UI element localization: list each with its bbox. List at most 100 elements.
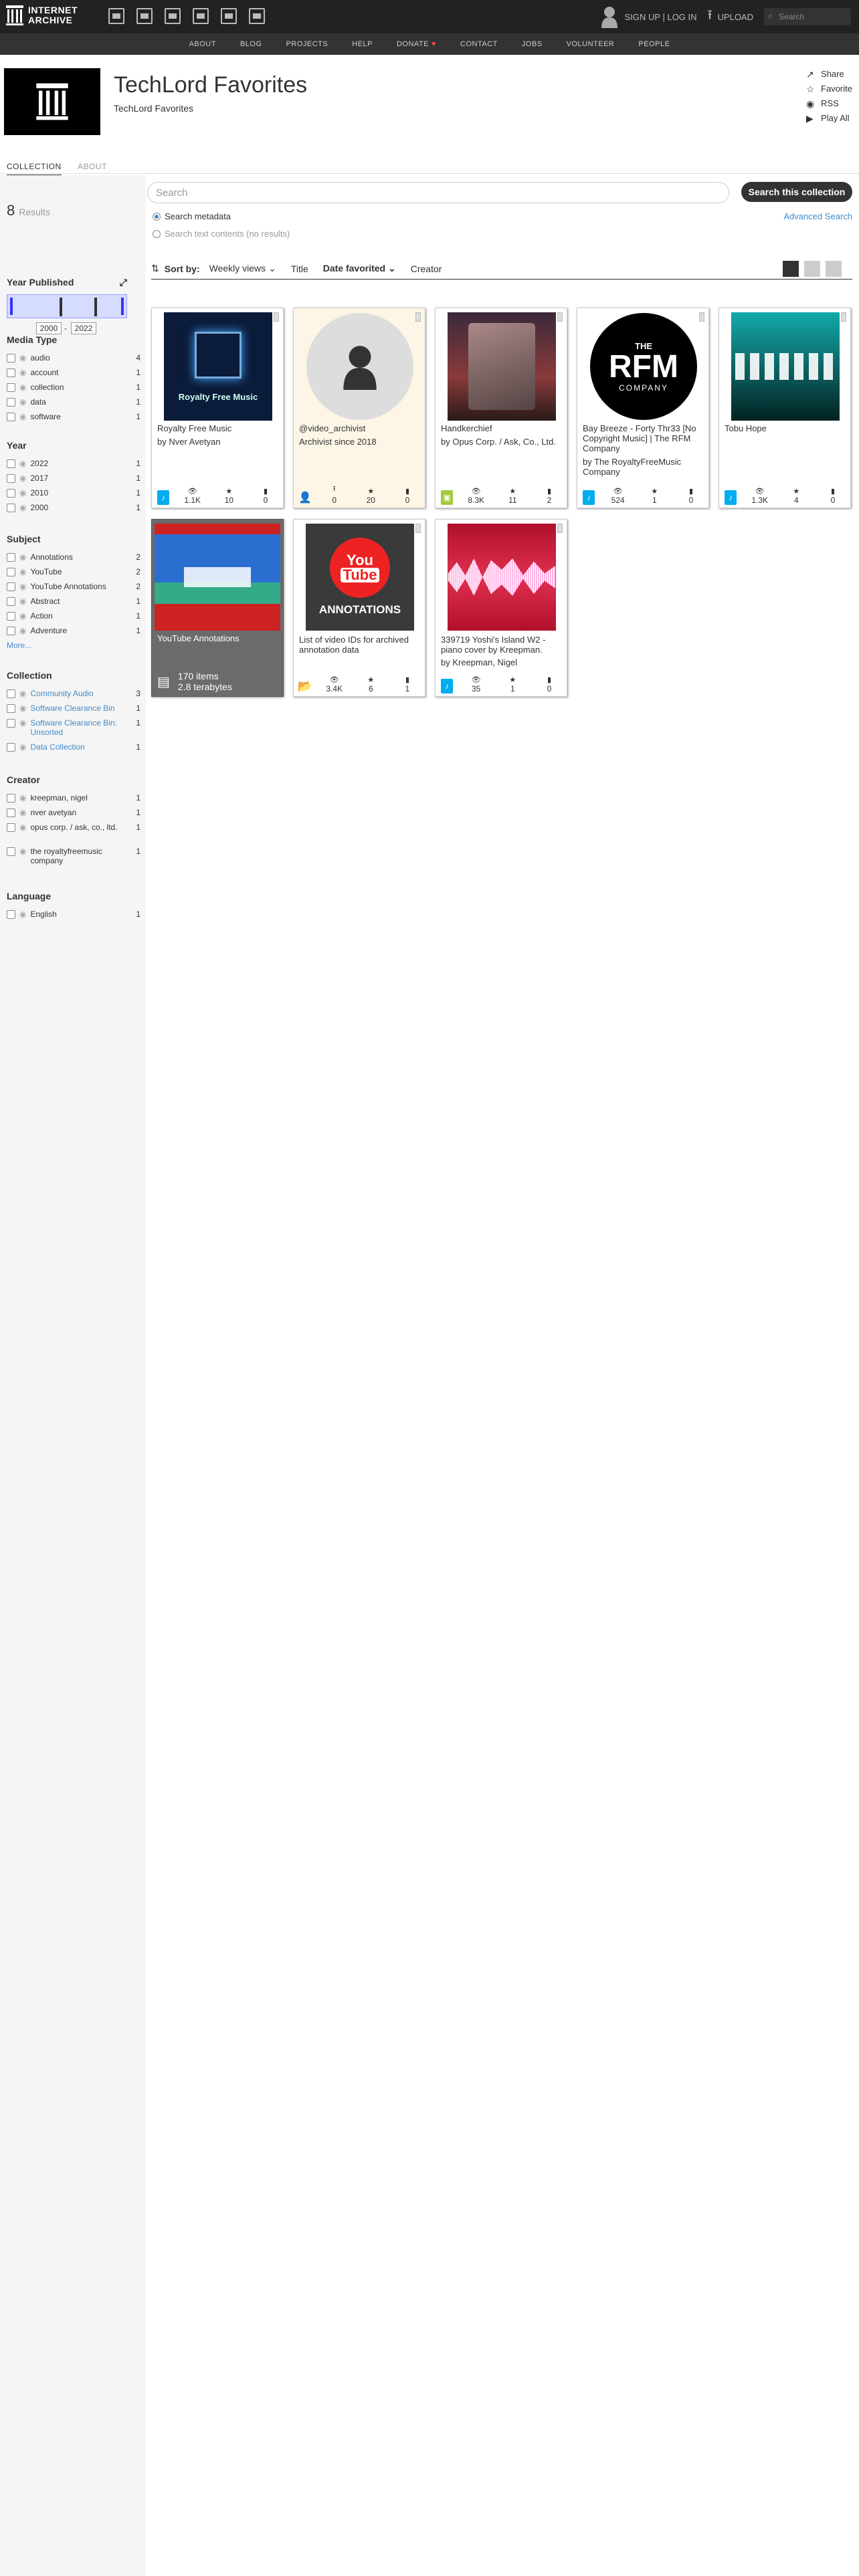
eye-icon[interactable]: ◉ bbox=[19, 793, 26, 802]
eye-icon[interactable]: ◉ bbox=[19, 397, 26, 407]
item-title[interactable]: Royalty Free Music bbox=[157, 423, 279, 433]
facet-row[interactable]: ◉ Action 1 bbox=[7, 611, 140, 626]
collection-tile[interactable]: YouTube Annotations ▤ 170 items 2.8 terab… bbox=[151, 519, 284, 697]
top-search-input[interactable]: ⌕ Search bbox=[764, 8, 851, 25]
item-title[interactable]: @video_archivist bbox=[299, 423, 421, 433]
more-subjects-link[interactable]: More... bbox=[7, 641, 140, 650]
software-icon[interactable] bbox=[221, 8, 237, 24]
facet-label[interactable]: Community Audio bbox=[30, 689, 127, 698]
pin-icon[interactable] bbox=[557, 312, 563, 322]
eye-icon[interactable]: ◉ bbox=[19, 383, 26, 392]
eye-icon[interactable]: ◉ bbox=[19, 742, 26, 752]
item-title[interactable]: YouTube Annotations bbox=[157, 633, 279, 643]
eye-icon[interactable]: ◉ bbox=[19, 909, 26, 919]
eye-icon[interactable]: ◉ bbox=[19, 503, 26, 512]
grid-view-icon[interactable] bbox=[783, 261, 799, 277]
play-all-button[interactable]: ▶ Play All bbox=[806, 111, 852, 126]
pin-icon[interactable] bbox=[415, 524, 421, 533]
item-title[interactable]: 339719 Yoshi's Island W2 - piano cover b… bbox=[441, 635, 563, 655]
item-tile[interactable]: Royalty Free Music Royalty Free Music by… bbox=[151, 308, 284, 508]
facet-row[interactable]: ◉ Community Audio 3 bbox=[7, 689, 140, 704]
nav-volunteer[interactable]: VOLUNTEER bbox=[567, 40, 615, 48]
nav-projects[interactable]: PROJECTS bbox=[286, 40, 328, 48]
facet-label[interactable]: Data Collection bbox=[30, 742, 127, 752]
facet-checkbox[interactable] bbox=[7, 910, 15, 919]
facet-row[interactable]: ◉ the royaltyfreemusic company 1 bbox=[7, 847, 140, 871]
facet-label[interactable]: Software Clearance Bin: Unsorted bbox=[30, 718, 127, 737]
item-title[interactable]: List of video IDs for archived annotatio… bbox=[299, 635, 421, 655]
eye-icon[interactable]: ◉ bbox=[19, 488, 26, 498]
facet-row[interactable]: ◉ 2017 1 bbox=[7, 473, 140, 488]
eye-icon[interactable]: ◉ bbox=[19, 353, 26, 362]
item-tile[interactable]: Handkerchief by Opus Corp. / Ask, Co., L… bbox=[435, 308, 567, 508]
nav-people[interactable]: PEOPLE bbox=[638, 40, 670, 48]
facet-row[interactable]: ◉ account 1 bbox=[7, 368, 140, 383]
histogram-handle-right[interactable] bbox=[121, 298, 124, 315]
facet-checkbox[interactable] bbox=[7, 398, 15, 407]
share-button[interactable]: ↗ Share bbox=[806, 67, 852, 82]
item-thumbnail[interactable] bbox=[448, 524, 556, 631]
item-thumbnail[interactable] bbox=[448, 312, 556, 421]
audio-icon[interactable] bbox=[193, 8, 209, 24]
facet-checkbox[interactable] bbox=[7, 689, 15, 698]
tab-collection[interactable]: COLLECTION bbox=[7, 162, 62, 176]
nav-jobs[interactable]: JOBS bbox=[522, 40, 543, 48]
facet-row[interactable]: ◉ Adventure 1 bbox=[7, 626, 140, 641]
internet-archive-logo[interactable]: INTERNET ARCHIVE bbox=[5, 4, 78, 27]
facet-checkbox[interactable] bbox=[7, 413, 15, 421]
eye-icon[interactable]: ◉ bbox=[19, 808, 26, 817]
eye-icon[interactable]: ◉ bbox=[19, 847, 26, 856]
video-icon[interactable] bbox=[165, 8, 181, 24]
facet-checkbox[interactable] bbox=[7, 612, 15, 621]
year-histogram[interactable] bbox=[7, 294, 127, 318]
facet-row[interactable]: ◉ kreepman, nigel 1 bbox=[7, 793, 140, 808]
pin-icon[interactable] bbox=[841, 312, 846, 322]
facet-row[interactable]: ◉ software 1 bbox=[7, 412, 140, 427]
eye-icon[interactable]: ◉ bbox=[19, 368, 26, 377]
facet-checkbox[interactable] bbox=[7, 809, 15, 817]
eye-icon[interactable]: ◉ bbox=[19, 597, 26, 606]
facet-checkbox[interactable] bbox=[7, 459, 15, 468]
facet-row[interactable]: ◉ 2010 1 bbox=[7, 488, 140, 503]
pin-icon[interactable] bbox=[415, 312, 421, 322]
facet-row[interactable]: ◉ YouTube Annotations 2 bbox=[7, 582, 140, 597]
facet-checkbox[interactable] bbox=[7, 368, 15, 377]
search-text-radio[interactable]: Search text contents (no results) bbox=[153, 229, 290, 239]
facet-row[interactable]: ◉ audio 4 bbox=[7, 353, 140, 368]
item-title[interactable]: Bay Breeze - Forty Thr33 [No Copyright M… bbox=[583, 423, 704, 453]
search-collection-button[interactable]: Search this collection bbox=[741, 182, 852, 202]
facet-row[interactable]: ◉ 2022 1 bbox=[7, 459, 140, 473]
facet-checkbox[interactable] bbox=[7, 383, 15, 392]
upload-button[interactable]: ⭱ UPLOAD bbox=[708, 5, 753, 28]
eye-icon[interactable]: ◉ bbox=[19, 704, 26, 713]
item-thumbnail[interactable] bbox=[731, 312, 840, 421]
nav-blog[interactable]: BLOG bbox=[240, 40, 262, 48]
facet-checkbox[interactable] bbox=[7, 568, 15, 576]
nav-help[interactable]: HELP bbox=[352, 40, 373, 48]
facet-row[interactable]: ◉ 2000 1 bbox=[7, 503, 140, 518]
sort-title[interactable]: Title bbox=[291, 263, 308, 274]
facet-checkbox[interactable] bbox=[7, 582, 15, 591]
facet-row[interactable]: ◉ Data Collection 1 bbox=[7, 742, 140, 757]
pin-icon[interactable] bbox=[699, 312, 704, 322]
facet-checkbox[interactable] bbox=[7, 719, 15, 728]
eye-icon[interactable]: ◉ bbox=[19, 689, 26, 698]
facet-checkbox[interactable] bbox=[7, 474, 15, 483]
facet-row[interactable]: ◉ YouTube 2 bbox=[7, 567, 140, 582]
facet-checkbox[interactable] bbox=[7, 354, 15, 362]
histogram-handle-left[interactable] bbox=[10, 298, 13, 315]
user-menu[interactable]: SIGN UP | LOG IN bbox=[601, 5, 697, 28]
eye-icon[interactable]: ◉ bbox=[19, 582, 26, 591]
advanced-search-link[interactable]: Advanced Search bbox=[783, 211, 852, 221]
item-title[interactable]: Tobu Hope bbox=[725, 423, 846, 433]
nav-contact[interactable]: CONTACT bbox=[460, 40, 498, 48]
facet-checkbox[interactable] bbox=[7, 504, 15, 512]
facet-checkbox[interactable] bbox=[7, 597, 15, 606]
facet-checkbox[interactable] bbox=[7, 704, 15, 713]
year-from-input[interactable]: 2000 bbox=[36, 322, 62, 334]
rss-button[interactable]: ◉ RSS bbox=[806, 96, 852, 111]
facet-row[interactable]: ◉ opus corp. / ask, co., ltd. 1 bbox=[7, 823, 140, 847]
collection-thumbnail[interactable] bbox=[155, 524, 280, 631]
eye-icon[interactable]: ◉ bbox=[19, 412, 26, 421]
facet-checkbox[interactable] bbox=[7, 627, 15, 635]
